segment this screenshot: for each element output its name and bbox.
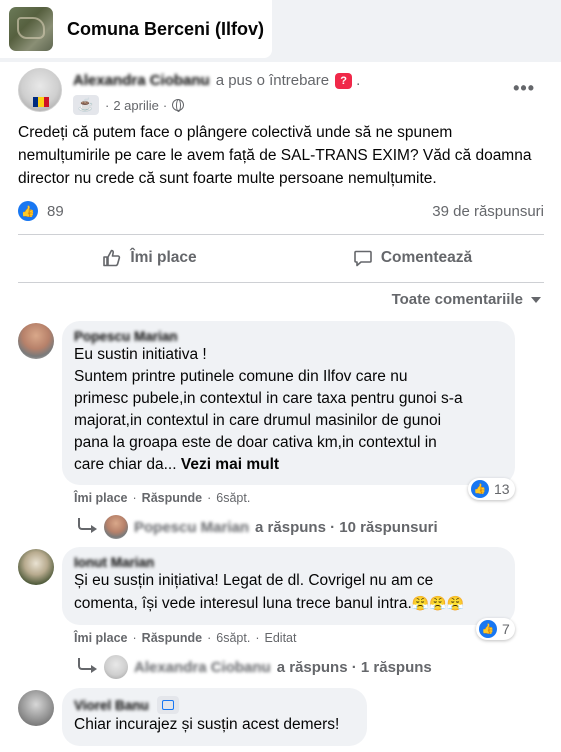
reply-arrow-icon: [78, 518, 97, 533]
reply-avatar: [104, 515, 128, 539]
post-action-dot: .: [356, 72, 361, 89]
comment-text: Eu sustin initiativa ! Suntem printre pu…: [74, 344, 503, 476]
comment-icon: [354, 250, 372, 267]
comment-author[interactable]: Ionut Marian: [74, 555, 154, 570]
comment-edited: Editat: [264, 631, 297, 645]
divider-top: [18, 234, 544, 235]
post-card: Alexandra Ciobanu a pus o întrebare ? . …: [0, 62, 561, 752]
comment-bubble: Viorel Banu Chiar incurajez și susțin ac…: [62, 688, 367, 746]
comment-line: majorat,in contextul in care drumul masi…: [74, 412, 442, 429]
comment-reply-link[interactable]: Răspunde: [142, 491, 202, 505]
comment-author[interactable]: Popescu Marian: [74, 329, 178, 344]
comment-reactions[interactable]: 👍 7: [476, 618, 515, 640]
replies-toggle[interactable]: Alexandra Ciobanu a răspuns · 1 răspuns: [78, 655, 432, 679]
reply-summary: a răspuns · 1 răspuns: [276, 658, 432, 676]
reply-avatar: [104, 655, 128, 679]
post-author-name[interactable]: Alexandra Ciobanu: [73, 72, 210, 89]
comment-like-link[interactable]: Îmi place: [74, 631, 128, 645]
question-badge-icon: ?: [335, 72, 353, 89]
post-text: Credeți că putem face o plângere colecti…: [18, 124, 532, 187]
like-button-label: Îmi place: [130, 249, 197, 266]
comment-reply-link[interactable]: Răspunde: [142, 631, 202, 645]
like-button[interactable]: Îmi place: [18, 238, 281, 278]
replies-count[interactable]: 39 de răspunsuri: [432, 203, 544, 220]
group-header[interactable]: Comuna Berceni (Ilfov): [0, 0, 272, 58]
comment-actions: Îmi place · Răspunde · 6săpt.: [74, 491, 251, 505]
image-badge-icon: [156, 696, 179, 714]
comment-line: primesc pubele,in contextul in care taxa…: [74, 390, 463, 407]
post-header: Alexandra Ciobanu a pus o întrebare ? . …: [18, 68, 561, 118]
reply-summary: a răspuns · 10 răspunsuri: [255, 518, 438, 536]
comment-line: Suntem printre putinele comune din Ilfov…: [74, 368, 408, 385]
comment-author[interactable]: Viorel Banu: [74, 698, 149, 713]
comment-reaction-count: 7: [502, 621, 510, 637]
reply-author: Popescu Marian: [134, 518, 250, 536]
comment-line: care chiar da...: [74, 456, 177, 473]
chevron-down-icon: [531, 296, 541, 303]
more-options-button[interactable]: •••: [513, 78, 535, 99]
comment-line: Eu sustin initiativa !: [74, 346, 207, 363]
reply-arrow-icon: [78, 658, 97, 673]
like-reaction-icon[interactable]: 👍: [18, 201, 38, 221]
thumbs-up-icon: [103, 249, 121, 267]
comment-line: comenta, își vede interesul luna trece b…: [74, 595, 412, 612]
coffee-cup-icon[interactable]: ☕: [73, 95, 99, 115]
post-date[interactable]: 2 aprilie: [113, 98, 159, 113]
sort-label: Toate comentariile: [391, 291, 523, 308]
reactions-summary: 👍 89 39 de răspunsuri: [18, 200, 544, 222]
replies-toggle[interactable]: Popescu Marian a răspuns · 10 răspunsuri: [78, 515, 438, 539]
author-avatar[interactable]: [18, 68, 62, 112]
comment-time[interactable]: 6săpt.: [216, 491, 250, 505]
comment-avatar[interactable]: [18, 549, 54, 585]
group-thumbnail[interactable]: [9, 7, 53, 51]
likes-count[interactable]: 89: [47, 203, 64, 220]
comment-sort-dropdown[interactable]: Toate comentariile: [392, 291, 541, 308]
romania-flag-icon: [33, 97, 49, 107]
globe-icon[interactable]: [172, 99, 185, 112]
comment-time[interactable]: 6săpt.: [216, 631, 250, 645]
comment-reactions[interactable]: 👍 13: [468, 478, 515, 500]
comment-bubble: Ionut Marian Și eu susțin inițiativa! Le…: [62, 547, 515, 625]
comment-avatar[interactable]: [18, 690, 54, 726]
comment-reaction-count: 13: [494, 481, 510, 497]
post-action-bar: Îmi place Comentează: [18, 238, 544, 278]
comment-line: pana la groapa este de doar cativa km,in…: [74, 434, 437, 451]
reply-author: Alexandra Ciobanu: [134, 658, 271, 676]
comment-bubble: Popescu Marian Eu sustin initiativa ! Su…: [62, 321, 515, 485]
comment-button[interactable]: Comentează: [281, 238, 544, 278]
comment-text: Chiar incurajez și susțin acest demers!: [74, 716, 340, 733]
see-more-link[interactable]: Vezi mai mult: [181, 456, 279, 473]
comment-avatar[interactable]: [18, 323, 54, 359]
like-reaction-icon: 👍: [471, 480, 489, 498]
comment-text: Și eu susțin inițiativa! Legat de dl. Co…: [74, 570, 503, 615]
angry-face-icons: 😤😤😤: [411, 595, 465, 611]
comment-actions: Îmi place · Răspunde · 6săpt. · Editat: [74, 631, 297, 645]
group-name[interactable]: Comuna Berceni (Ilfov): [67, 19, 264, 40]
comment-like-link[interactable]: Îmi place: [74, 491, 128, 505]
like-reaction-icon: 👍: [479, 620, 497, 638]
post-action-text: a pus o întrebare: [215, 72, 330, 89]
comment-button-label: Comentează: [380, 249, 473, 266]
comment-line: Și eu susțin inițiativa! Legat de dl. Co…: [74, 572, 434, 589]
divider-bottom: [18, 282, 544, 283]
